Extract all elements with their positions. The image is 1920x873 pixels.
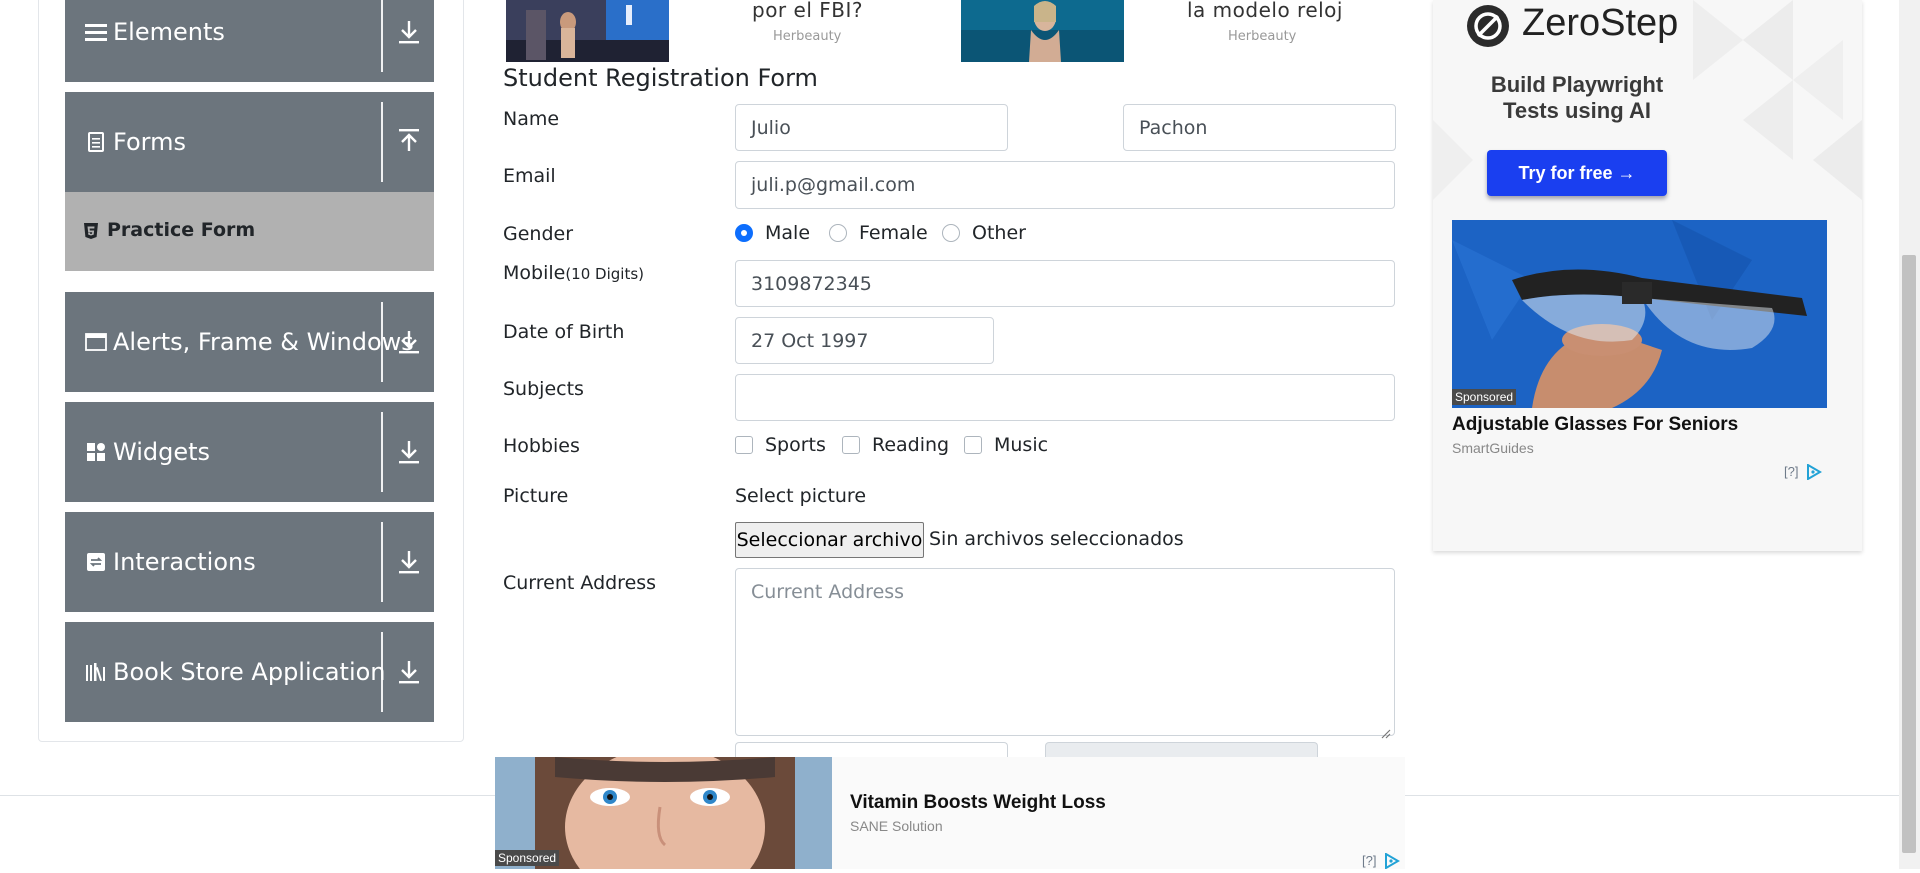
sidebar-group-label: Book Store Application bbox=[113, 658, 386, 686]
sidebar-group-label: Widgets bbox=[113, 438, 211, 466]
subjects-label: Subjects bbox=[503, 378, 584, 400]
mobile-label: Mobile(10 Digits) bbox=[503, 262, 644, 284]
sidebar-group-label: Forms bbox=[113, 128, 186, 156]
menu-icon bbox=[85, 22, 107, 42]
picture-label: Picture bbox=[503, 485, 569, 507]
download-arrow-icon[interactable] bbox=[395, 547, 423, 577]
gender-other-option[interactable]: Other bbox=[942, 222, 1026, 244]
hobby-music-option[interactable]: Music bbox=[964, 434, 1048, 456]
radio-female[interactable] bbox=[829, 224, 847, 242]
sidebar-group-label: Alerts, Frame & Windows bbox=[113, 328, 414, 356]
download-arrow-icon[interactable] bbox=[395, 657, 423, 687]
ad-thumbnail-pool[interactable] bbox=[961, 0, 1124, 62]
subjects-input[interactable] bbox=[735, 374, 1395, 421]
mobile-hint: (10 Digits) bbox=[565, 265, 644, 283]
file-status: Sin archivos seleccionados bbox=[929, 528, 1184, 550]
divider bbox=[381, 522, 383, 602]
adchoice-link[interactable]: [?] bbox=[1362, 853, 1376, 868]
radio-label: Male bbox=[765, 222, 811, 244]
first-name-input[interactable]: Julio bbox=[735, 104, 1008, 151]
radio-label: Other bbox=[972, 222, 1026, 244]
sidebar-group-forms[interactable]: Forms bbox=[65, 92, 434, 192]
radio-male[interactable] bbox=[735, 224, 753, 242]
ad-source: Herbeauty bbox=[1228, 29, 1297, 44]
sidebar-group-alerts[interactable]: Alerts, Frame & Windows bbox=[65, 292, 434, 392]
current-address-textarea[interactable]: Current Address bbox=[735, 568, 1395, 739]
divider bbox=[381, 412, 383, 492]
divider bbox=[381, 632, 383, 712]
widgets-icon bbox=[85, 442, 107, 462]
select-picture-label: Select picture bbox=[735, 485, 867, 507]
radio-label: Female bbox=[859, 222, 928, 244]
gender-female-option[interactable]: Female bbox=[829, 222, 928, 244]
footer-divider bbox=[0, 795, 495, 796]
books-icon bbox=[85, 662, 107, 682]
form-title: Student Registration Form bbox=[503, 64, 818, 92]
checkbox-sports[interactable] bbox=[735, 436, 753, 454]
email-label: Email bbox=[503, 165, 556, 187]
gender-male-option[interactable]: Male bbox=[735, 222, 810, 244]
zerostep-brand: ZeroStep bbox=[1522, 2, 1679, 44]
choose-file-button[interactable]: Seleccionar archivo bbox=[735, 522, 924, 558]
dob-label: Date of Birth bbox=[503, 321, 625, 343]
gender-label: Gender bbox=[503, 223, 574, 245]
download-arrow-icon[interactable] bbox=[395, 437, 423, 467]
zerostep-logo-icon bbox=[1466, 4, 1510, 52]
checkbox-label: Music bbox=[994, 434, 1049, 456]
sidebar-group-label: Interactions bbox=[113, 548, 256, 576]
ad-headline[interactable]: la modelo reloj bbox=[1187, 0, 1343, 22]
interactions-icon bbox=[85, 552, 107, 572]
sidebar-group-elements[interactable]: Elements bbox=[65, 0, 434, 82]
ad-thumbnail-runway[interactable] bbox=[506, 0, 669, 62]
ad-tagline-line1: Build Playwright bbox=[1490, 72, 1664, 97]
adchoices-icon[interactable] bbox=[1384, 852, 1400, 873]
ad-source: Herbeauty bbox=[773, 29, 842, 44]
window-icon bbox=[85, 332, 107, 352]
email-input[interactable]: juli.p@gmail.com bbox=[735, 161, 1395, 209]
radio-other[interactable] bbox=[942, 224, 960, 242]
ad-image-glasses[interactable] bbox=[1452, 220, 1827, 408]
sponsored-badge: Sponsored bbox=[1452, 389, 1517, 405]
checkbox-music[interactable] bbox=[964, 436, 982, 454]
ad-source: SmartGuides bbox=[1452, 440, 1534, 456]
hobbies-label: Hobbies bbox=[503, 435, 580, 457]
ad-source: SANE Solution bbox=[850, 818, 943, 834]
download-arrow-icon[interactable] bbox=[395, 17, 423, 47]
divider bbox=[381, 102, 383, 182]
download-arrow-icon[interactable] bbox=[395, 327, 423, 357]
sidebar-item-label: Practice Form bbox=[107, 219, 256, 241]
sidebar-group-interactions[interactable]: Interactions bbox=[65, 512, 434, 612]
divider bbox=[381, 302, 383, 382]
ad-title[interactable]: Adjustable Glasses For Seniors bbox=[1452, 414, 1738, 436]
ad-title[interactable]: Vitamin Boosts Weight Loss bbox=[850, 792, 1106, 814]
hobby-sports-option[interactable]: Sports bbox=[735, 434, 826, 456]
adchoice-link[interactable]: [?] bbox=[1784, 464, 1798, 479]
divider bbox=[381, 0, 383, 72]
address-label: Current Address bbox=[503, 572, 657, 594]
footer-divider bbox=[1405, 795, 1899, 796]
upload-arrow-icon[interactable] bbox=[395, 127, 423, 157]
sponsored-badge: Sponsored bbox=[495, 850, 560, 866]
scrollbar-thumb[interactable] bbox=[1902, 255, 1916, 853]
checkbox-label: Sports bbox=[765, 434, 826, 456]
sidebar-group-book-store[interactable]: Book Store Application bbox=[65, 622, 434, 722]
checkbox-label: Reading bbox=[872, 434, 950, 456]
sidebar-group-label: Elements bbox=[113, 18, 225, 46]
dob-input[interactable]: 27 Oct 1997 bbox=[735, 317, 994, 364]
hobby-reading-option[interactable]: Reading bbox=[842, 434, 949, 456]
last-name-input[interactable]: Pachon bbox=[1123, 104, 1396, 151]
checkbox-reading[interactable] bbox=[842, 436, 860, 454]
textarea-placeholder: Current Address bbox=[751, 581, 905, 603]
sidebar-group-widgets[interactable]: Widgets bbox=[65, 402, 434, 502]
html5-icon bbox=[83, 222, 99, 240]
resize-grip-icon[interactable] bbox=[1381, 722, 1391, 739]
ad-headline[interactable]: por el FBI? bbox=[752, 0, 863, 22]
try-for-free-button[interactable]: Try for free → bbox=[1487, 150, 1667, 196]
sidebar-item-practice-form[interactable]: Practice Form bbox=[65, 192, 434, 271]
adchoices-icon[interactable] bbox=[1806, 463, 1822, 484]
document-icon bbox=[85, 132, 107, 152]
name-label: Name bbox=[503, 108, 560, 130]
mobile-input[interactable]: 3109872345 bbox=[735, 260, 1395, 307]
ad-tagline-line2: Tests using AI bbox=[1503, 98, 1651, 123]
